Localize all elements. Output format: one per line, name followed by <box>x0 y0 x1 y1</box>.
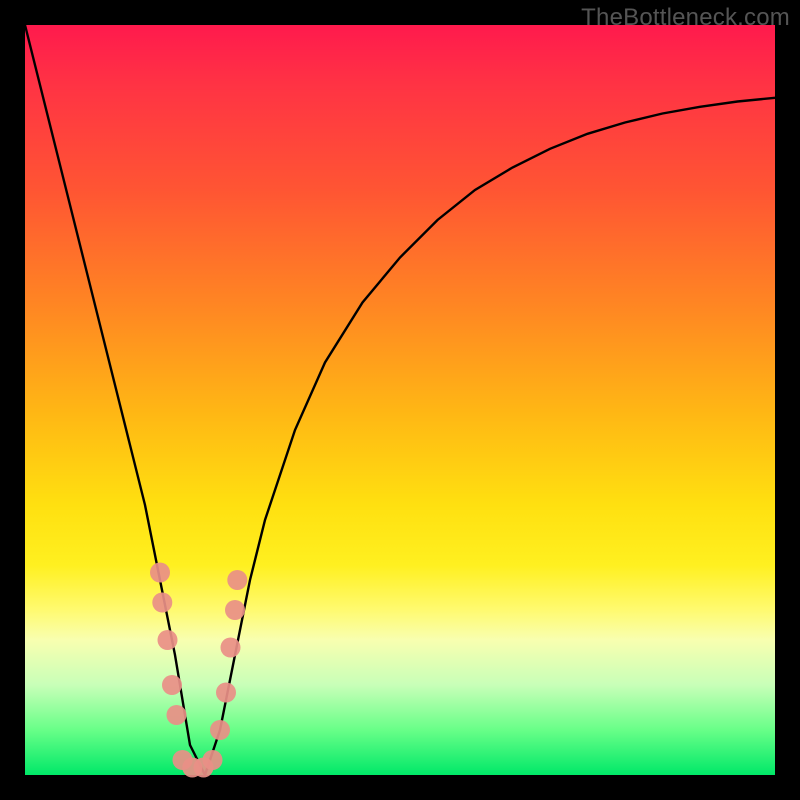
curve-marker <box>203 750 223 770</box>
bottleneck-curve-svg <box>25 25 775 775</box>
watermark-text: TheBottleneck.com <box>581 4 790 32</box>
curve-marker <box>210 720 230 740</box>
curve-marker <box>167 705 187 725</box>
curve-marker <box>162 675 182 695</box>
plot-area <box>25 25 775 775</box>
bottleneck-curve <box>25 25 775 775</box>
curve-marker <box>221 638 241 658</box>
chart-frame: TheBottleneck.com <box>0 0 800 800</box>
curve-marker <box>152 593 172 613</box>
curve-marker <box>216 683 236 703</box>
curve-marker <box>158 630 178 650</box>
curve-marker <box>150 563 170 583</box>
curve-marker <box>225 600 245 620</box>
curve-marker <box>227 570 247 590</box>
